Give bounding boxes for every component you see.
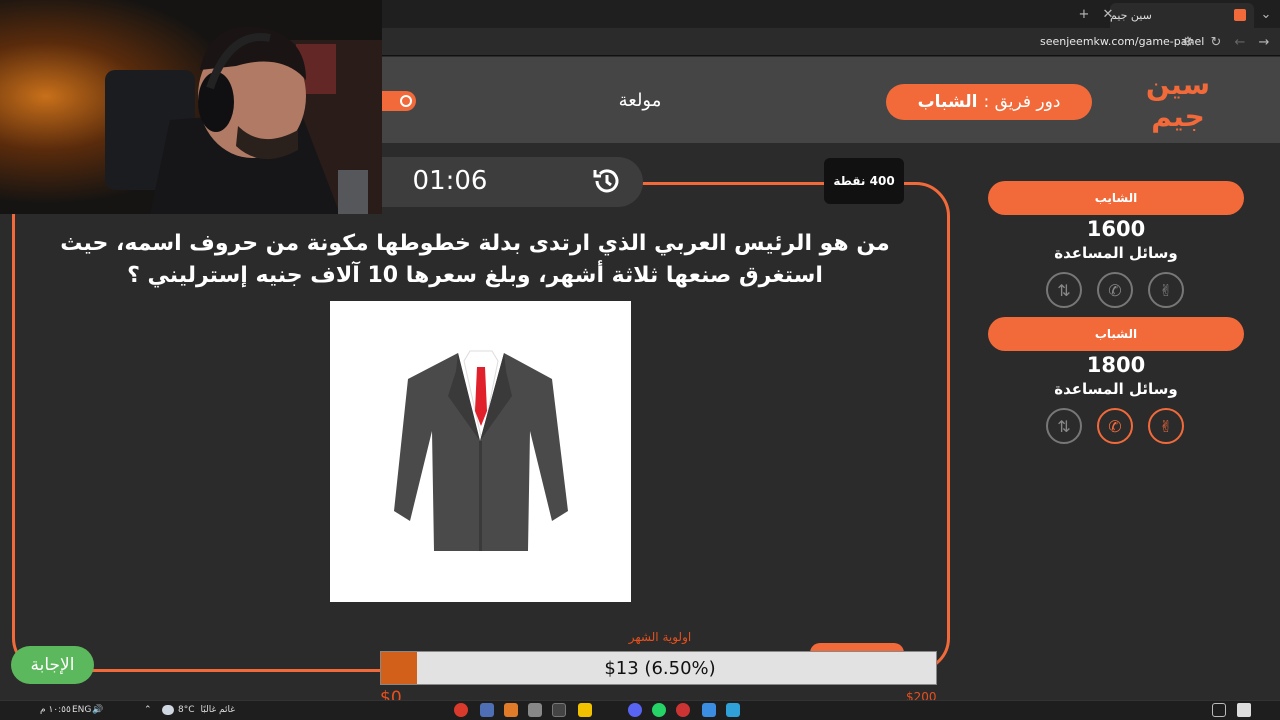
new-tab-icon[interactable]: + <box>1074 4 1094 24</box>
file-explorer-icon[interactable] <box>578 703 592 717</box>
steam-icon[interactable] <box>480 703 494 717</box>
obs-icon[interactable] <box>552 703 566 717</box>
question-text: من هو الرئيس العربي الذي ارتدى بدلة خطوط… <box>60 231 890 288</box>
show-answer-button[interactable]: الإجابة <box>11 646 94 684</box>
suit-jacket-icon <box>394 350 568 551</box>
webcam-overlay <box>0 0 382 214</box>
app-icon[interactable] <box>702 703 716 717</box>
team-1-help-label: وسائل المساعدة <box>1054 244 1178 262</box>
speaker-icon[interactable]: 🔊 <box>92 703 103 717</box>
team-1-score: 1600 <box>1086 217 1146 241</box>
settings-toggle[interactable] <box>382 91 416 111</box>
app-logo: سين جيم <box>1140 64 1216 134</box>
app-icon[interactable] <box>726 703 740 717</box>
team-2-help-label: وسائل المساعدة <box>1054 380 1178 398</box>
logo-mark-icon: سين جيم <box>1146 68 1210 133</box>
site-settings-icon[interactable]: ⚙ <box>1178 32 1198 52</box>
whatsapp-icon[interactable] <box>652 703 666 717</box>
browser-tab[interactable]: سين جيم <box>1110 3 1254 28</box>
back-icon[interactable]: → <box>1254 32 1274 52</box>
windows-start-icon[interactable] <box>1237 703 1251 717</box>
weather-description: غائم غالبًا <box>200 705 235 715</box>
team-1-swap-question-icon[interactable]: ⇅ <box>1046 272 1082 308</box>
close-tab-icon[interactable]: ✕ <box>1098 4 1118 24</box>
team-1-call-friend-icon[interactable]: ✆ <box>1097 272 1133 308</box>
question-image <box>330 301 631 602</box>
search-icon[interactable] <box>1212 703 1226 717</box>
weather-temperature: 8°C <box>178 705 195 715</box>
turn-label: دور فريق : <box>983 92 1061 112</box>
turn-indicator: دور فريق : الشباب <box>886 84 1092 120</box>
clock[interactable]: ١٠:٥٥ م <box>40 703 71 717</box>
chevron-up-icon[interactable]: ⌃ <box>144 703 152 717</box>
donation-current: $13 (6.50%) <box>604 658 716 679</box>
points-badge: 400 نقطة <box>824 158 904 204</box>
discord-icon[interactable] <box>628 703 642 717</box>
team-2-name: الشباب <box>988 317 1244 351</box>
team-2-swap-question-icon[interactable]: ⇅ <box>1046 408 1082 444</box>
chrome-icon[interactable] <box>454 703 468 717</box>
reset-timer-icon[interactable] <box>590 164 624 198</box>
team-2-call-friend-icon[interactable]: ✆ <box>1097 408 1133 444</box>
donation-progress-fill <box>381 652 417 684</box>
logo-word-2: جيم <box>1151 100 1205 133</box>
app-icon[interactable] <box>528 703 542 717</box>
toggle-knob-icon <box>400 95 412 107</box>
countdown-timer: 01:06 <box>412 166 488 196</box>
team-1-double-answer-icon[interactable]: ✌ <box>1148 272 1184 308</box>
team-1-name: الشايب <box>988 181 1244 215</box>
site-favicon-icon <box>1234 9 1246 21</box>
logo-word-1: سين <box>1146 68 1210 101</box>
team-2-double-answer-icon[interactable]: ✌ <box>1148 408 1184 444</box>
category-title: مولعة <box>618 90 662 111</box>
reload-icon[interactable]: ↻ <box>1206 32 1226 52</box>
forward-icon[interactable]: ← <box>1230 32 1250 52</box>
tab-search-icon[interactable]: ⌄ <box>1256 4 1276 24</box>
cloud-icon <box>162 705 174 715</box>
team-2-score: 1800 <box>1086 353 1146 377</box>
turn-team: الشباب <box>917 92 978 112</box>
chrome-icon[interactable] <box>676 703 690 717</box>
app-icon[interactable] <box>504 703 518 717</box>
weather-widget[interactable]: 8°C غائم غالبًا <box>162 703 235 717</box>
donation-goal-title: اولوية الشهر <box>628 630 692 644</box>
language-indicator[interactable]: ENG <box>72 703 91 717</box>
streamer-camera-image <box>0 0 382 214</box>
